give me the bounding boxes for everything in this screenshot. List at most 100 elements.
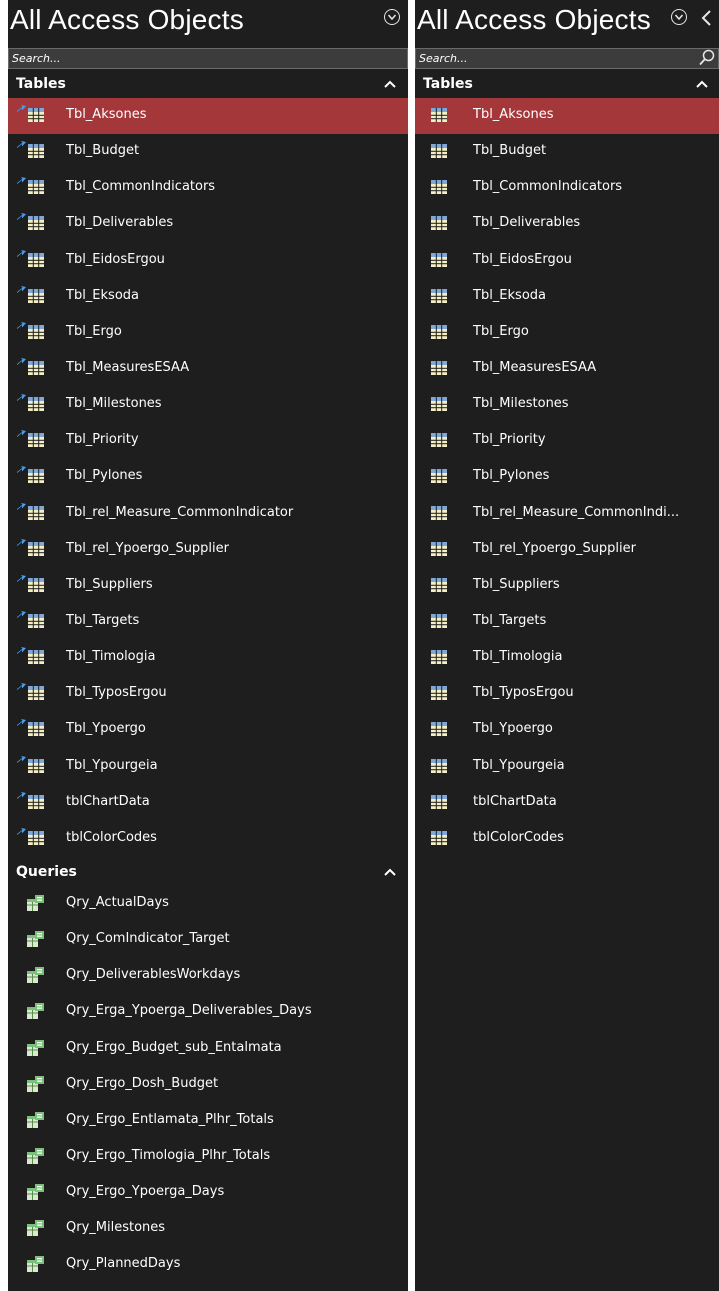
table-item[interactable]: Tbl_Milestones	[415, 387, 719, 423]
table-icon	[28, 252, 44, 267]
query-item[interactable]: Qry_Ergo_Ypoerga_Days	[8, 1175, 408, 1211]
query-item[interactable]: Qry_PlannedDays	[8, 1247, 408, 1283]
link-arrow-icon	[17, 177, 26, 185]
link-arrow-icon	[17, 610, 26, 618]
table-item[interactable]: Tbl_Suppliers	[415, 568, 719, 604]
table-item[interactable]: Tbl_TyposErgou	[8, 676, 408, 712]
query-icon	[27, 1075, 44, 1092]
table-item[interactable]: Tbl_Pylones	[8, 459, 408, 495]
query-icon	[27, 1111, 44, 1128]
table-item[interactable]: Tbl_Budget	[415, 134, 719, 170]
item-label: Tbl_Targets	[66, 612, 140, 628]
table-item[interactable]: Tbl_Priority	[415, 423, 719, 459]
item-label: Tbl_Ypoergo	[66, 721, 146, 737]
table-item[interactable]: Tbl_rel_Measure_CommonIndicator	[8, 496, 408, 532]
table-item[interactable]: Tbl_Priority	[8, 423, 408, 459]
table-item[interactable]: Tbl_TyposErgou	[415, 676, 719, 712]
circle-chevron-down-icon[interactable]	[671, 9, 687, 25]
query-icon	[27, 1184, 44, 1201]
table-item[interactable]: Tbl_Ypoergo	[8, 712, 408, 748]
link-arrow-icon	[17, 466, 26, 474]
item-label: Tbl_Suppliers	[473, 576, 560, 592]
table-item[interactable]: Tbl_EidosErgou	[8, 243, 408, 279]
table-item[interactable]: tblChartData	[415, 785, 719, 821]
table-icon	[28, 650, 44, 665]
query-item[interactable]: Qry_ActualDays	[8, 886, 408, 922]
table-item[interactable]: Tbl_Ypourgeia	[8, 749, 408, 785]
search-input[interactable]	[416, 49, 718, 68]
chevron-up-icon[interactable]	[384, 868, 396, 876]
item-label: Tbl_TyposErgou	[66, 685, 167, 701]
item-label: Qry_Ergo_Budget_sub_Entalmata	[66, 1039, 282, 1055]
table-item[interactable]: Tbl_EidosErgou	[415, 243, 719, 279]
link-arrow-icon	[17, 683, 26, 691]
link-arrow-icon	[17, 105, 26, 112]
query-item[interactable]: Qry_ComIndicator_Target	[8, 922, 408, 958]
query-item[interactable]: Qry_DeliverablesWorkdays	[8, 958, 408, 994]
table-item[interactable]: Tbl_Ergo	[8, 315, 408, 351]
search-box[interactable]	[415, 48, 719, 69]
table-item[interactable]: Tbl_Budget	[8, 134, 408, 170]
item-label: Tbl_Ergo	[66, 323, 122, 339]
table-item[interactable]: Tbl_Targets	[8, 604, 408, 640]
item-label: Tbl_rel_Ypoergo_Supplier	[473, 540, 637, 556]
chevron-up-icon[interactable]	[384, 80, 396, 88]
table-item[interactable]: Tbl_Aksones	[8, 98, 408, 135]
group-header-queries[interactable]: Queries	[8, 859, 408, 886]
table-item[interactable]: Tbl_rel_Ypoergo_Supplier	[8, 532, 408, 568]
table-icon	[28, 397, 44, 412]
table-item[interactable]: Tbl_Milestones	[8, 387, 408, 423]
query-item[interactable]: Qry_Erga_Ypoerga_Deliverables_Days	[8, 994, 408, 1030]
item-label: Tbl_Milestones	[473, 396, 569, 412]
table-item[interactable]: Tbl_Eksoda	[8, 279, 408, 315]
table-item[interactable]: Tbl_Deliverables	[8, 206, 408, 242]
item-label: Tbl_MeasuresESAA	[66, 359, 190, 375]
table-item[interactable]: Tbl_Aksones	[415, 98, 719, 135]
group-header-tables[interactable]: Tables	[415, 71, 719, 98]
search-input[interactable]	[9, 49, 407, 68]
query-item[interactable]: Qry_Ergo_Dosh_Budget	[8, 1067, 408, 1103]
item-label: Qry_Erga_Ypoerga_Deliverables_Days	[66, 1003, 312, 1019]
table-icon	[431, 108, 447, 122]
circle-chevron-down-icon[interactable]	[384, 9, 400, 25]
table-item[interactable]: Tbl_Timologia	[415, 640, 719, 676]
table-item[interactable]: Tbl_rel_Measure_CommonIndi...	[415, 496, 719, 532]
collapse-pane-icon[interactable]	[700, 8, 714, 28]
table-item[interactable]: Tbl_rel_Ypoergo_Supplier	[415, 532, 719, 568]
table-item[interactable]: Tbl_CommonIndicators	[415, 170, 719, 206]
table-item[interactable]: Tbl_Ypoergo	[415, 712, 719, 748]
table-item[interactable]: Tbl_Pylones	[415, 459, 719, 495]
pane-title: All Access Objects	[417, 4, 651, 35]
item-label: Tbl_TyposErgou	[473, 685, 574, 701]
table-item[interactable]: tblChartData	[8, 785, 408, 821]
table-item[interactable]: Tbl_Targets	[415, 604, 719, 640]
item-label: Tbl_MeasuresESAA	[473, 359, 597, 375]
table-item[interactable]: Tbl_Deliverables	[415, 206, 719, 242]
query-item[interactable]: Qry_Ergo_Budget_sub_Entalmata	[8, 1031, 408, 1067]
link-arrow-icon	[17, 574, 26, 582]
link-arrow-icon	[17, 719, 26, 727]
item-label: Qry_ActualDays	[66, 894, 169, 910]
table-item[interactable]: Tbl_MeasuresESAA	[415, 351, 719, 387]
pane-title-bar[interactable]: All Access Objects	[415, 0, 719, 44]
search-icon[interactable]	[699, 49, 715, 66]
table-item[interactable]: Tbl_CommonIndicators	[8, 170, 408, 206]
table-item[interactable]: Tbl_Eksoda	[415, 279, 719, 315]
link-arrow-icon	[17, 647, 26, 655]
search-box[interactable]	[8, 48, 408, 69]
query-item[interactable]: Qry_Ergo_Entlamata_Plhr_Totals	[8, 1103, 408, 1139]
pane-title-bar[interactable]: All Access Objects	[8, 0, 408, 44]
query-item[interactable]: Qry_Ergo_Timologia_Plhr_Totals	[8, 1139, 408, 1175]
table-item[interactable]: Tbl_Ypourgeia	[415, 749, 719, 785]
group-header-tables[interactable]: Tables	[8, 71, 408, 98]
chevron-up-icon[interactable]	[696, 80, 708, 88]
query-item[interactable]: Qry_Milestones	[8, 1211, 408, 1247]
table-item[interactable]: Tbl_Timologia	[8, 640, 408, 676]
table-item[interactable]: tblColorCodes	[415, 821, 719, 857]
table-item[interactable]: tblColorCodes	[8, 821, 408, 857]
item-label: Tbl_Priority	[473, 432, 546, 448]
table-item[interactable]: Tbl_Ergo	[415, 315, 719, 351]
table-item[interactable]: Tbl_MeasuresESAA	[8, 351, 408, 387]
link-arrow-icon	[17, 502, 26, 510]
table-item[interactable]: Tbl_Suppliers	[8, 568, 408, 604]
